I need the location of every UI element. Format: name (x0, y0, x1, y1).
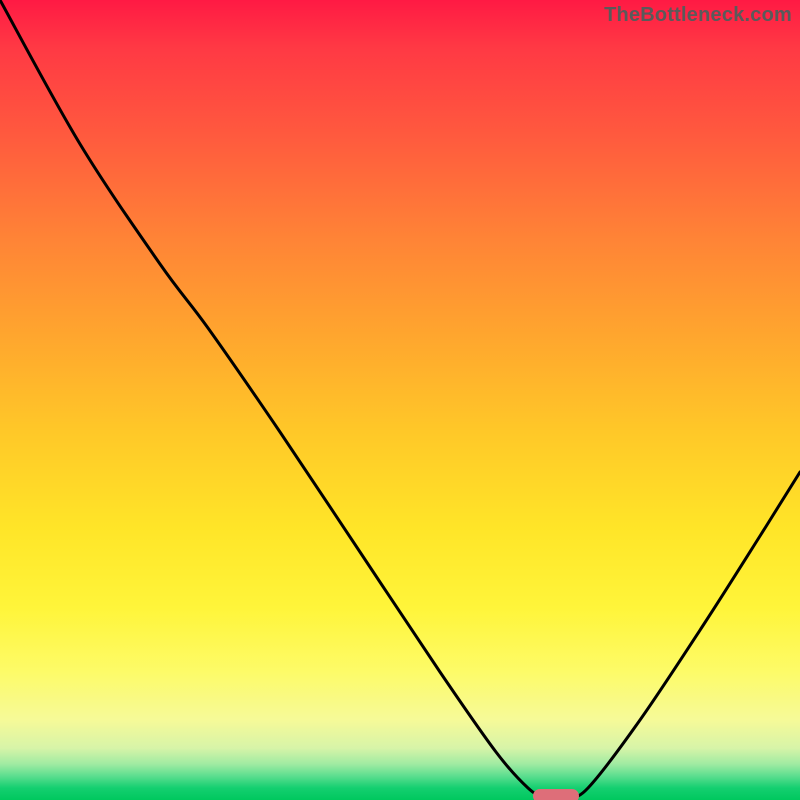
bottleneck-curve (0, 0, 800, 800)
curve-path (0, 0, 800, 797)
bottleneck-chart: TheBottleneck.com (0, 0, 800, 800)
optimal-marker (533, 789, 579, 800)
watermark-text: TheBottleneck.com (604, 4, 792, 27)
